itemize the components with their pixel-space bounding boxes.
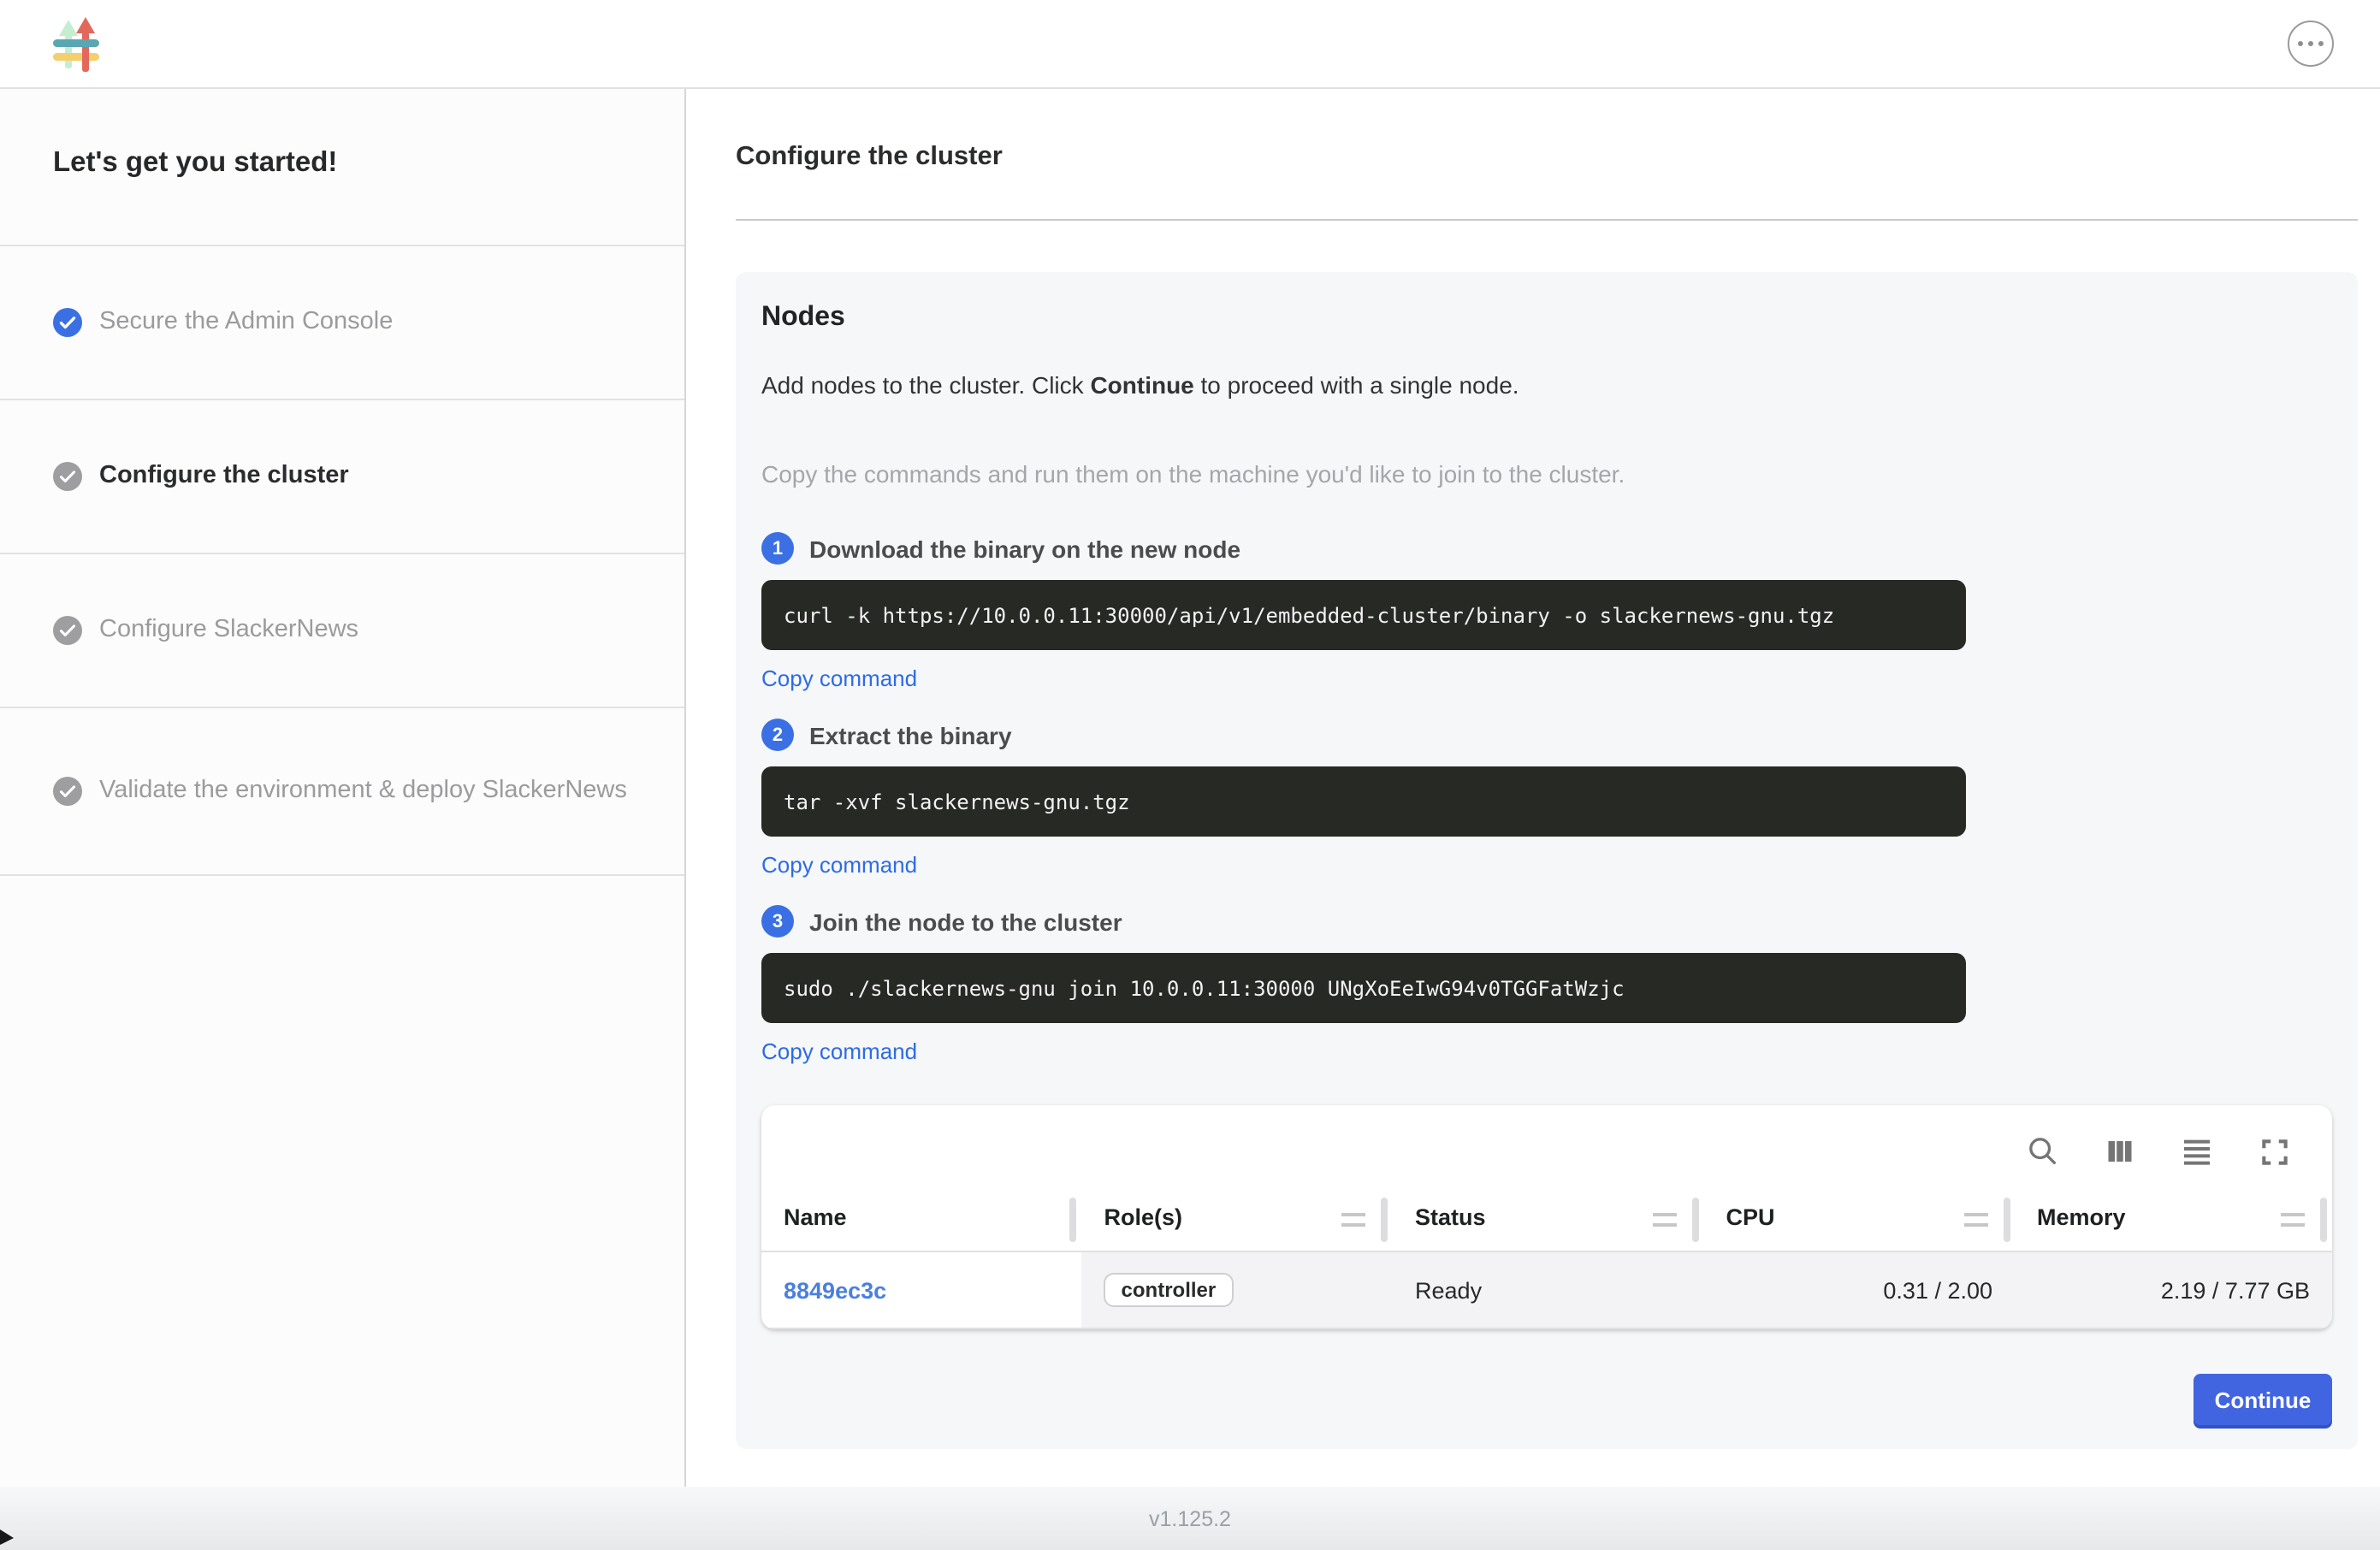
node-name-link[interactable]: 8849ec3c <box>784 1277 886 1303</box>
toggle-density-icon[interactable] <box>2180 1134 2214 1168</box>
slackernews-logo-icon <box>53 16 101 71</box>
sidebar-item-label: Validate the environment & deploy Slacke… <box>99 776 627 807</box>
check-circle-complete-icon <box>53 308 82 337</box>
show-hide-columns-icon[interactable] <box>2103 1134 2137 1168</box>
node-memory-cell: 2.19 / 7.77 GB <box>2015 1251 2332 1328</box>
sidebar-item-validate-deploy[interactable]: Validate the environment & deploy Slacke… <box>0 708 684 876</box>
sidebar-item-secure-admin-console[interactable]: Secure the Admin Console <box>0 246 684 400</box>
title-divider <box>736 219 2358 221</box>
sidebar-item-configure-slackernews[interactable]: Configure SlackerNews <box>0 554 684 708</box>
ellipsis-dot <box>2318 41 2324 47</box>
admin-console-app: Let's get you started! Secure the Admin … <box>0 0 2380 1550</box>
nodes-heading: Nodes <box>761 303 2332 334</box>
nodes-intro: Add nodes to the cluster. Click Continue… <box>761 371 2332 399</box>
ellipsis-dot <box>2298 41 2304 47</box>
column-header-name[interactable]: Name <box>761 1187 1082 1251</box>
node-cpu-cell: 0.31 / 2.00 <box>1704 1251 2016 1328</box>
mouse-cursor-artifact <box>0 1529 14 1545</box>
step-3-copy-command-link[interactable]: Copy command <box>761 1038 2332 1064</box>
step-2-header: 2 Extract the binary <box>761 719 2332 751</box>
top-bar <box>0 0 2380 89</box>
sidebar-item-label: Configure the cluster <box>99 461 349 492</box>
sidebar-item-configure-cluster[interactable]: Configure the cluster <box>0 400 684 554</box>
node-roles-cell: controller <box>1082 1251 1394 1328</box>
step-1-header: 1 Download the binary on the new node <box>761 532 2332 565</box>
step-1-title: Download the binary on the new node <box>809 535 1240 562</box>
join-hint: Copy the commands and run them on the ma… <box>761 460 2332 488</box>
step-3-command-code: sudo ./slackernews-gnu join 10.0.0.11:30… <box>761 953 1966 1023</box>
continue-button[interactable]: Continue <box>2194 1374 2332 1425</box>
table-header-row: Name Role(s) Status CPU Memory <box>761 1187 2332 1251</box>
step-2-number-badge: 2 <box>761 719 794 751</box>
toggle-fullscreen-icon[interactable] <box>2257 1134 2291 1168</box>
main-panel: Configure the cluster Nodes Add nodes to… <box>686 89 2380 1487</box>
column-resize-handle[interactable] <box>1692 1197 1699 1241</box>
role-badge: controller <box>1104 1273 1234 1307</box>
check-circle-pending-icon <box>53 462 82 491</box>
column-resize-handle[interactable] <box>2320 1197 2327 1241</box>
table-row: 8849ec3c controller Ready 0.31 / 2.00 2.… <box>761 1251 2332 1328</box>
version-label: v1.125.2 <box>1149 1506 1231 1530</box>
sidebar-item-label: Secure the Admin Console <box>99 307 393 338</box>
step-2-copy-command-link[interactable]: Copy command <box>761 852 2332 878</box>
setup-steps-sidebar: Let's get you started! Secure the Admin … <box>0 89 686 1487</box>
check-circle-pending-icon <box>53 616 82 645</box>
node-status-cell: Ready <box>1393 1251 1704 1328</box>
step-3-number-badge: 3 <box>761 905 794 938</box>
column-header-cpu[interactable]: CPU <box>1704 1187 2016 1251</box>
card-actions: Continue <box>761 1374 2332 1425</box>
nodes-table-card: Name Role(s) Status CPU Memory 8849ec3c … <box>761 1105 2332 1329</box>
column-drag-icon[interactable] <box>1963 1212 1987 1226</box>
column-header-roles[interactable]: Role(s) <box>1082 1187 1394 1251</box>
search-icon[interactable] <box>2026 1134 2060 1168</box>
column-header-status[interactable]: Status <box>1393 1187 1704 1251</box>
step-1-command-code: curl -k https://10.0.0.11:30000/api/v1/e… <box>761 580 1966 650</box>
check-circle-pending-icon <box>53 777 82 806</box>
column-drag-icon[interactable] <box>1653 1212 1677 1226</box>
overflow-menu-button[interactable] <box>2288 21 2334 67</box>
page-title: Configure the cluster <box>736 142 2358 173</box>
column-resize-handle[interactable] <box>2003 1197 2010 1241</box>
nodes-card: Nodes Add nodes to the cluster. Click Co… <box>736 272 2358 1449</box>
column-header-memory[interactable]: Memory <box>2015 1187 2332 1251</box>
step-3-title: Join the node to the cluster <box>809 908 1122 935</box>
column-resize-handle[interactable] <box>1070 1197 1077 1241</box>
column-resize-handle[interactable] <box>1381 1197 1388 1241</box>
step-3-header: 3 Join the node to the cluster <box>761 905 2332 938</box>
column-drag-icon[interactable] <box>2281 1212 2305 1226</box>
footer: v1.125.2 <box>0 1487 2380 1550</box>
step-1-copy-command-link[interactable]: Copy command <box>761 666 2332 691</box>
column-drag-icon[interactable] <box>1341 1212 1365 1226</box>
step-2-title: Extract the binary <box>809 721 1012 748</box>
sidebar-item-label: Configure SlackerNews <box>99 615 358 646</box>
ellipsis-dot <box>2308 41 2314 47</box>
node-name-cell: 8849ec3c <box>761 1251 1082 1328</box>
table-toolbar <box>761 1105 2332 1187</box>
sidebar-title: Let's get you started! <box>0 89 684 246</box>
step-2-command-code: tar -xvf slackernews-gnu.tgz <box>761 766 1966 837</box>
nodes-table: Name Role(s) Status CPU Memory 8849ec3c … <box>761 1187 2332 1329</box>
step-1-number-badge: 1 <box>761 532 794 565</box>
